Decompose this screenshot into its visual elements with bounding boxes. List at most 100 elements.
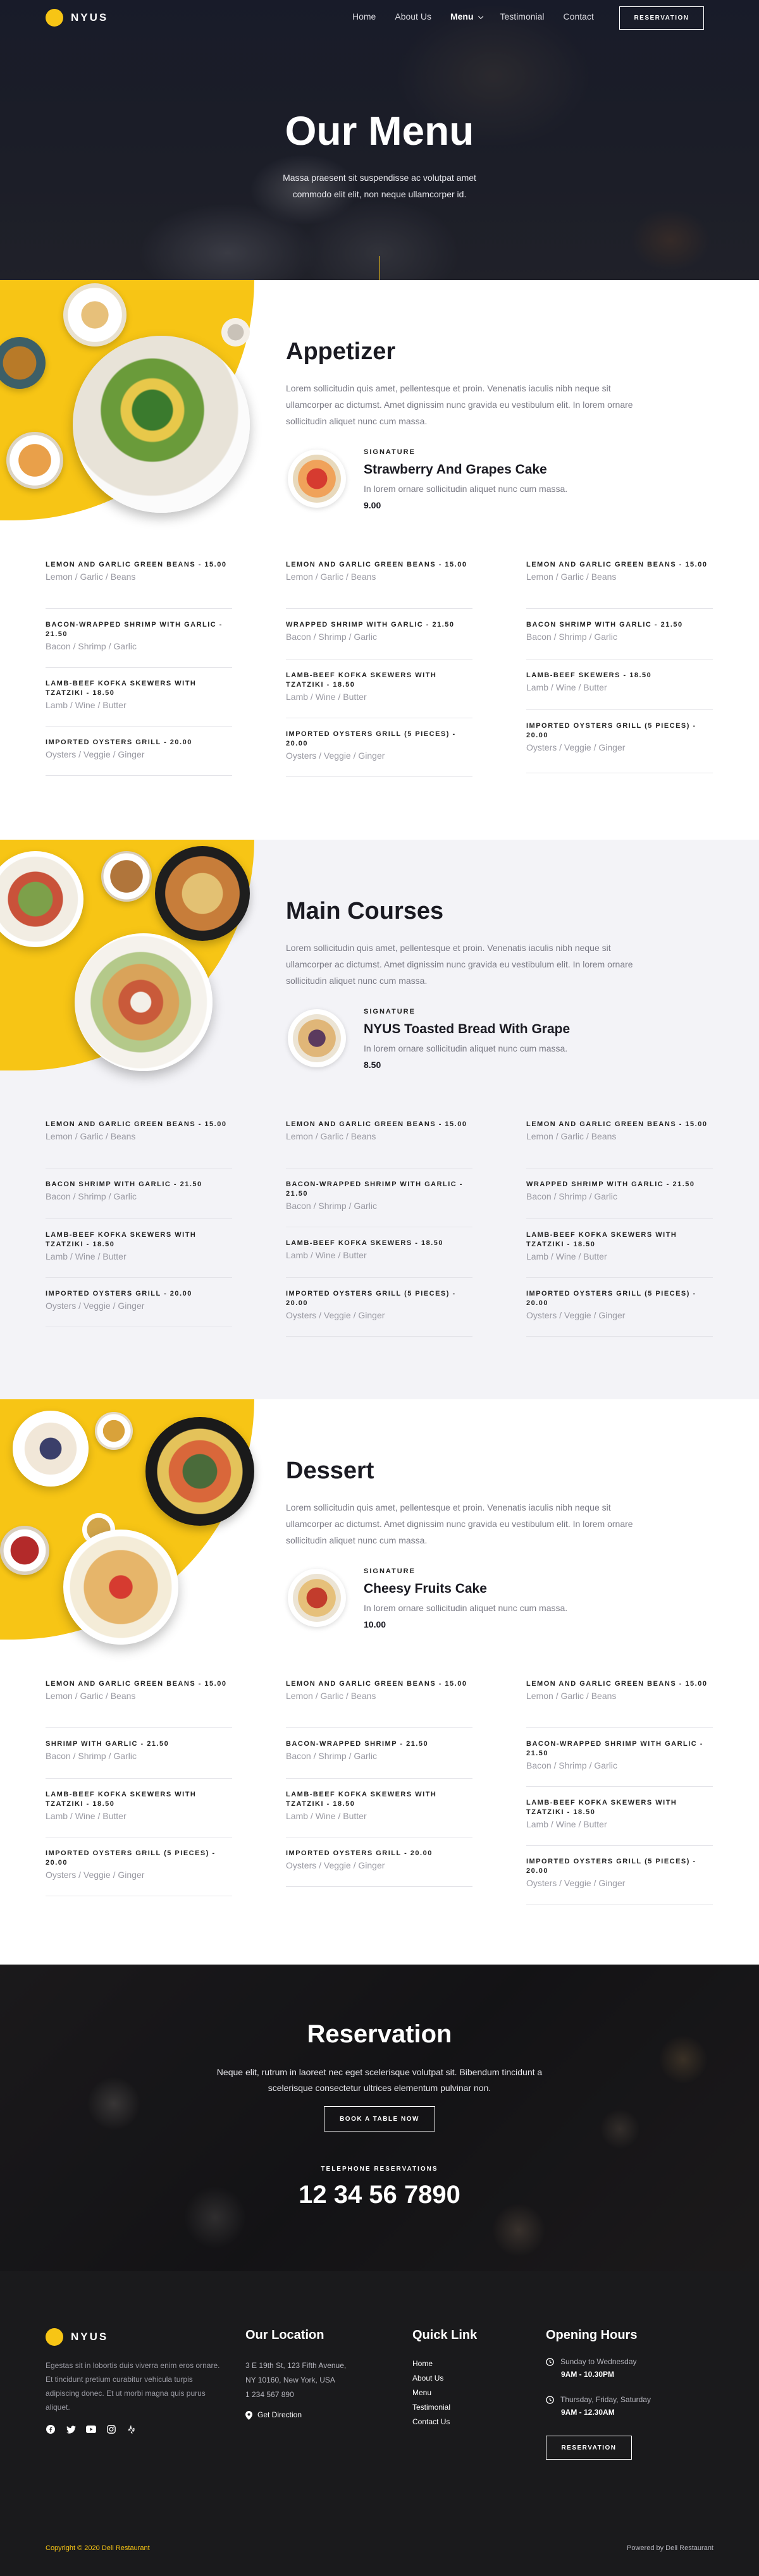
menu-column: LEMON AND GARLIC GREEN BEANS - 15.00 Lemo… <box>46 558 232 776</box>
menu-item: IMPORTED OYSTERS GRILL (5 PIECES) - 20.0… <box>286 718 472 777</box>
nav-reservation-button[interactable]: RESERVATION <box>619 6 704 30</box>
opening-hours-title: Opening Hours <box>546 2328 638 2342</box>
menu-item: LEMON AND GARLIC GREEN BEANS - 15.00 Lemo… <box>286 558 472 609</box>
nav-link-testimonial[interactable]: Testimonial <box>500 11 545 21</box>
menu-item: LEMON AND GARLIC GREEN BEANS - 15.00 Lemo… <box>526 558 713 609</box>
main-courses-food-image <box>0 840 266 1080</box>
clock-icon <box>546 2357 554 2366</box>
twitter-icon[interactable] <box>66 2424 76 2434</box>
menu-item: LEMON AND GARLIC GREEN BEANS - 15.00 Lemo… <box>46 1677 232 1728</box>
menu-item: IMPORTED OYSTERS GRILL (5 PIECES) - 20.0… <box>526 1278 713 1337</box>
youtube-icon[interactable] <box>86 2424 96 2434</box>
menu-column: LEMON AND GARLIC GREEN BEANS - 15.00 Lemo… <box>46 1677 232 1896</box>
menu-item: LAMB-BEEF KOFKA SKEWERS WITH TZATZIKI - … <box>526 1219 713 1278</box>
signature-dish-name: NYUS Toasted Bread With Grape <box>364 1022 571 1036</box>
nav-link-home[interactable]: Home <box>352 11 376 21</box>
reservation-title: Reservation <box>307 2020 452 2048</box>
quick-links: Home About Us Menu Testimonial Contact U… <box>412 2357 450 2429</box>
quick-link-about[interactable]: About Us <box>412 2371 450 2386</box>
menu-item: LAMB-BEEF KOFKA SKEWERS WITH TZATZIKI - … <box>46 668 232 727</box>
telephone-number[interactable]: 12 34 56 7890 <box>0 2181 759 2209</box>
menu-item: BACON SHRIMP WITH GARLIC - 21.50 Bacon / … <box>526 609 713 659</box>
section-description: Lorem sollicitudin quis amet, pellentesq… <box>286 1502 633 1545</box>
footer-logo[interactable]: NYUS <box>46 2328 108 2346</box>
signature-label: SIGNATURE <box>364 1008 416 1015</box>
menu-item: BACON-WRAPPED SHRIMP WITH GARLIC - 21.50… <box>526 1728 713 1787</box>
signature-label: SIGNATURE <box>364 448 416 456</box>
menu-item: IMPORTED OYSTERS GRILL - 20.00 Oysters / … <box>286 1837 472 1887</box>
logo-mark-icon <box>46 9 63 27</box>
menu-item: LAMB-BEEF KOFKA SKEWERS WITH TZATZIKI - … <box>46 1219 232 1278</box>
menu-item: LAMB-BEEF KOFKA SKEWERS WITH TZATZIKI - … <box>286 1779 472 1837</box>
menu-item: BACON SHRIMP WITH GARLIC - 21.50 Bacon / … <box>46 1168 232 1219</box>
main-courses-section: Main Courses Lorem sollicitudin quis ame… <box>0 840 759 1399</box>
menu-item: IMPORTED OYSTERS GRILL (5 PIECES) - 20.0… <box>526 1846 713 1904</box>
menu-item: IMPORTED OYSTERS GRILL - 20.00 Oysters / … <box>46 1278 232 1327</box>
nav-link-menu[interactable]: Menu <box>450 11 483 21</box>
hero-section: NYUS Home About Us Menu Testimonial Cont… <box>0 0 759 280</box>
signature-dish-price: 9.00 <box>364 500 381 510</box>
section-title: Dessert <box>286 1457 374 1484</box>
chevron-down-icon <box>478 13 483 20</box>
menu-item: LEMON AND GARLIC GREEN BEANS - 15.00 Lemo… <box>526 1118 713 1168</box>
nav-link-contact[interactable]: Contact <box>564 11 594 21</box>
menu-item: IMPORTED OYSTERS GRILL (5 PIECES) - 20.0… <box>46 1837 232 1896</box>
get-direction-link[interactable]: Get Direction <box>245 2408 302 2422</box>
menu-item: WRAPPED SHRIMP WITH GARLIC - 21.50 Bacon … <box>526 1168 713 1219</box>
signature-dish-image <box>288 1009 346 1067</box>
dessert-section: Dessert Lorem sollicitudin quis amet, pe… <box>0 1399 759 1965</box>
menu-column: LEMON AND GARLIC GREEN BEANS - 15.00 Lemo… <box>286 1118 472 1337</box>
menu-column: LEMON AND GARLIC GREEN BEANS - 15.00 Lemo… <box>526 1118 713 1337</box>
yelp-icon[interactable] <box>126 2424 137 2434</box>
logo-mark-icon <box>46 2328 63 2346</box>
location-address: 3 E 19th St, 123 Fifth Avenue, NY 10160,… <box>245 2361 347 2399</box>
quick-link-testimonial[interactable]: Testimonial <box>412 2400 450 2415</box>
page: NYUS Home About Us Menu Testimonial Cont… <box>0 0 759 2576</box>
signature-dish-price: 10.00 <box>364 1619 386 1629</box>
clock-icon <box>546 2395 554 2404</box>
menu-item: WRAPPED SHRIMP WITH GARLIC - 21.50 Bacon … <box>286 609 472 659</box>
logo-text: NYUS <box>71 11 109 23</box>
quick-link-menu[interactable]: Menu <box>412 2386 450 2400</box>
quick-link-title: Quick Link <box>412 2328 478 2342</box>
menu-item: IMPORTED OYSTERS GRILL - 20.00 Oysters / … <box>46 727 232 776</box>
nav-links: Home About Us Menu Testimonial Contact <box>352 11 613 21</box>
nav-link-about[interactable]: About Us <box>395 11 431 21</box>
section-title: Main Courses <box>286 898 444 924</box>
quick-link-home[interactable]: Home <box>412 2357 450 2371</box>
opening-hours-row: Sunday to Wednesday 9AM - 10.30PM <box>546 2357 637 2379</box>
book-table-button[interactable]: BOOK A TABLE NOW <box>324 2106 435 2131</box>
reservation-section: Reservation Neque elit, rutrum in laoree… <box>0 1965 759 2271</box>
footer-about-text: Egestas sit in lobortis duis viverra eni… <box>46 2361 220 2412</box>
page-title: Our Menu <box>285 108 474 154</box>
menu-item: LEMON AND GARLIC GREEN BEANS - 15.00 Lemo… <box>46 558 232 609</box>
menu-item: LEMON AND GARLIC GREEN BEANS - 15.00 Lemo… <box>526 1677 713 1728</box>
opening-hours-row: Thursday, Friday, Saturday 9AM - 12.30AM <box>546 2395 651 2417</box>
menu-column: LEMON AND GARLIC GREEN BEANS - 15.00 Lemo… <box>526 1677 713 1904</box>
instagram-icon[interactable] <box>106 2424 116 2434</box>
signature-dish-name: Strawberry And Grapes Cake <box>364 462 547 477</box>
appetizer-section: Appetizer Lorem sollicitudin quis amet, … <box>0 280 759 840</box>
signature-dish-price: 8.50 <box>364 1060 381 1070</box>
facebook-icon[interactable] <box>46 2424 56 2434</box>
appetizer-food-image <box>0 280 266 520</box>
menu-item: LEMON AND GARLIC GREEN BEANS - 15.00 Lemo… <box>286 1677 472 1728</box>
footer-reservation-button[interactable]: RESERVATION <box>546 2436 632 2460</box>
menu-column: LEMON AND GARLIC GREEN BEANS - 15.00 Lemo… <box>526 558 713 773</box>
section-title: Appetizer <box>286 338 396 365</box>
hero-subtitle: Massa praesent sit suspendisse ac volutp… <box>283 173 476 199</box>
menu-column: LEMON AND GARLIC GREEN BEANS - 15.00 Lemo… <box>286 1677 472 1887</box>
menu-item: BACON-WRAPPED SHRIMP WITH GARLIC - 21.50… <box>46 609 232 668</box>
signature-dish-description: In lorem ornare sollicitudin aliquet nun… <box>364 1043 568 1053</box>
logo[interactable]: NYUS <box>46 9 108 27</box>
section-description: Lorem sollicitudin quis amet, pellentesq… <box>286 943 633 986</box>
menu-item: LAMB-BEEF KOFKA SKEWERS WITH TZATZIKI - … <box>286 659 472 718</box>
signature-dish-image <box>288 1569 346 1627</box>
menu-item: LAMB-BEEF KOFKA SKEWERS - 18.50 Lamb / Wi… <box>286 1227 472 1278</box>
location-title: Our Location <box>245 2328 324 2342</box>
menu-item: IMPORTED OYSTERS GRILL (5 PIECES) - 20.0… <box>286 1278 472 1337</box>
signature-dish-description: In lorem ornare sollicitudin aliquet nun… <box>364 1603 568 1613</box>
menu-item: LAMB-BEEF SKEWERS - 18.50 Lamb / Wine / B… <box>526 659 713 710</box>
signature-label: SIGNATURE <box>364 1567 416 1575</box>
quick-link-contact[interactable]: Contact Us <box>412 2415 450 2429</box>
